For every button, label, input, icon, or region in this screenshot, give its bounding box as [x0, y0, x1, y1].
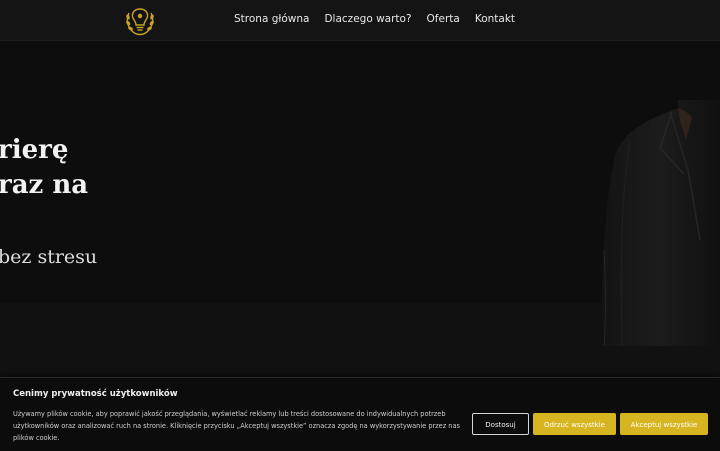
site-header: Strona główna Dlaczego warto? Oferta Kon…: [0, 0, 720, 41]
nav-item-offer[interactable]: Oferta: [427, 13, 460, 25]
hero-tagline: bez stresu: [0, 246, 98, 268]
hero-headline: rierę raz na: [0, 133, 88, 203]
logo-lightbulb-laurel-icon[interactable]: [122, 3, 158, 37]
reject-all-button[interactable]: Odrzuć wszystkie: [533, 413, 616, 435]
cookie-banner-title: Cenimy prywatność użytkowników: [13, 389, 178, 399]
accept-all-button[interactable]: Akceptuj wszystkie: [620, 413, 708, 435]
cookie-banner-text: Używamy plików cookie, aby poprawić jako…: [13, 410, 460, 442]
nav-item-home[interactable]: Strona główna: [234, 13, 309, 25]
customize-button[interactable]: Dostosuj: [472, 413, 529, 435]
hero-headline-line2: raz na: [0, 170, 89, 200]
nav-item-why[interactable]: Dlaczego warto?: [324, 13, 411, 25]
nav-item-contact[interactable]: Kontakt: [475, 13, 515, 25]
hero-suit-image: [600, 100, 720, 347]
cookie-banner: Cenimy prywatność użytkowników Używamy p…: [0, 377, 720, 451]
hero-headline-line1: rierę: [0, 135, 69, 165]
main-nav: Strona główna Dlaczego warto? Oferta Kon…: [234, 13, 530, 25]
